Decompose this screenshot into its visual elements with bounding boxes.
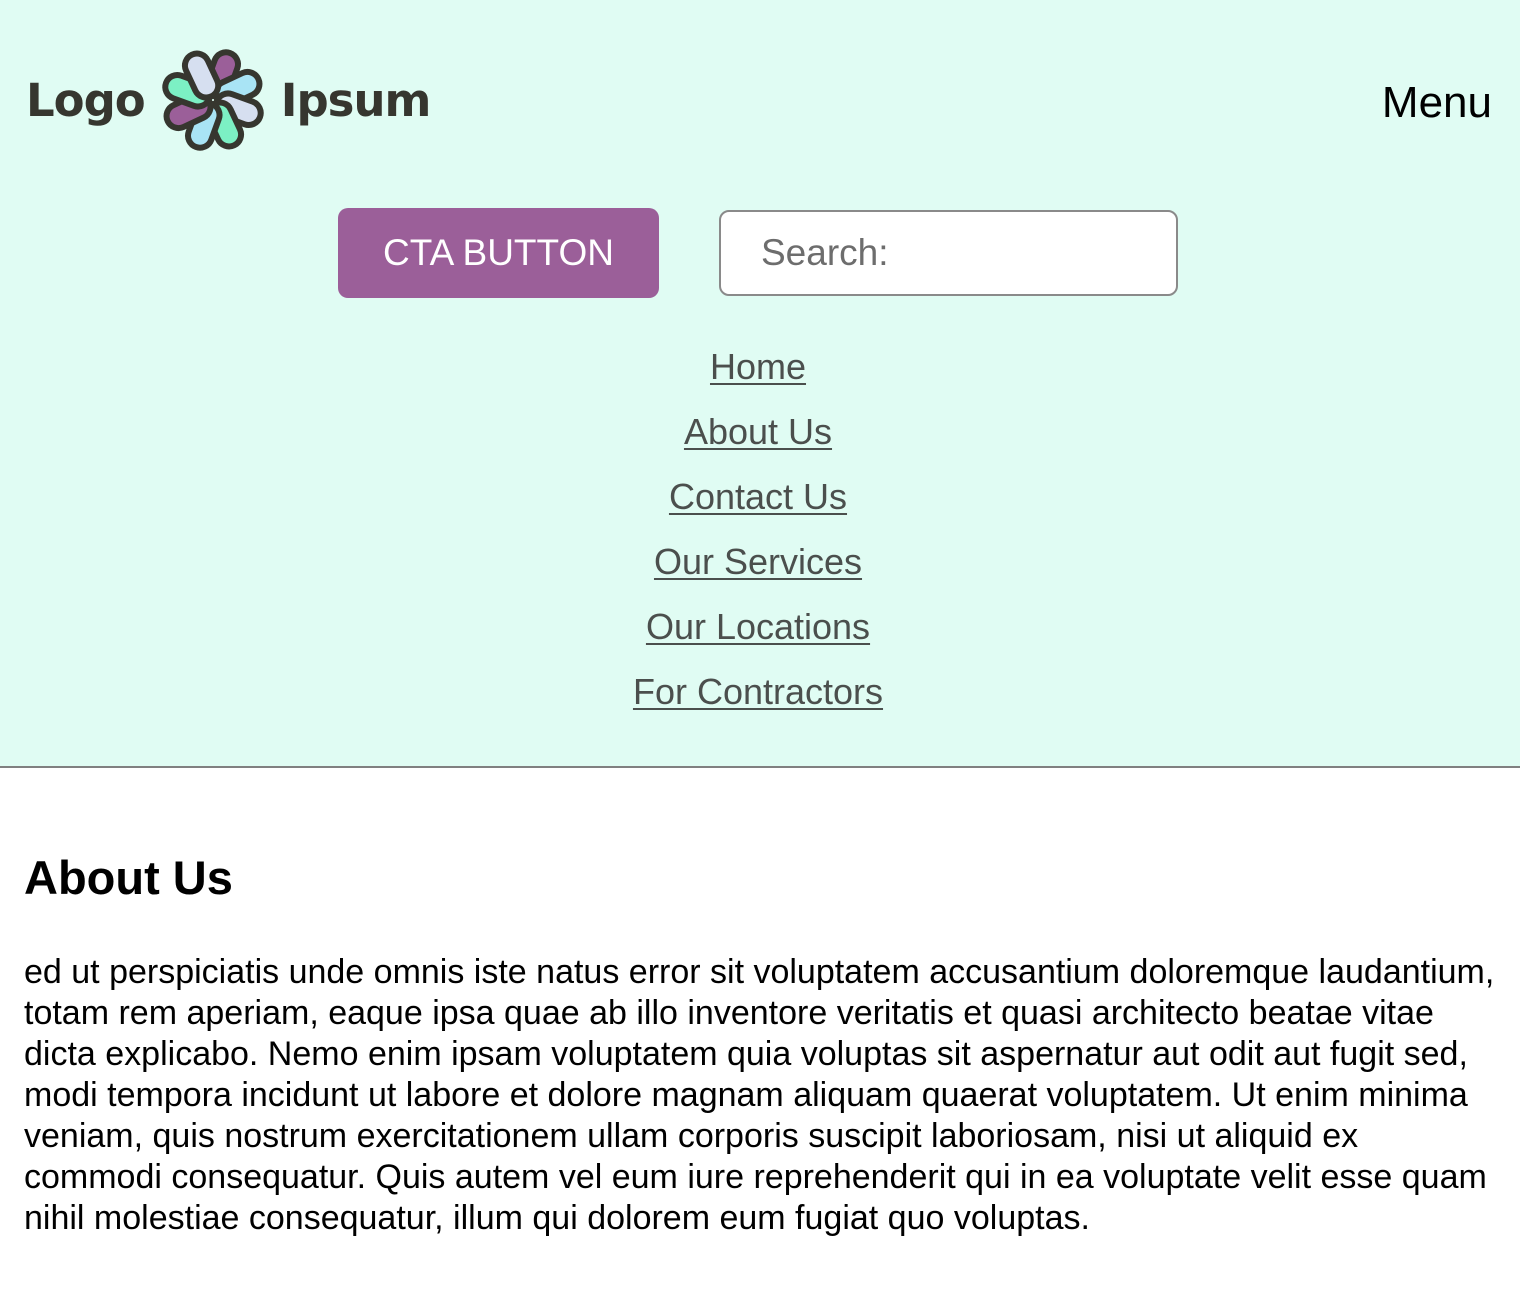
nav-link-our-locations[interactable]: Our Locations xyxy=(0,594,1516,659)
nav-link-home[interactable]: Home xyxy=(0,334,1516,399)
site-header: Logo Ipsum Menu CTA BUTTON Home About Us… xyxy=(0,0,1520,768)
nav-link-about-us[interactable]: About Us xyxy=(0,399,1516,464)
logo-text-left: Logo xyxy=(26,73,146,127)
nav-link-our-services[interactable]: Our Services xyxy=(0,529,1516,594)
nav-link-for-contractors[interactable]: For Contractors xyxy=(0,659,1516,724)
page-heading: About Us xyxy=(24,851,233,904)
logo[interactable]: Logo Ipsum xyxy=(26,44,432,156)
main-content: About Us ed ut perspiciatis unde omnis i… xyxy=(0,848,1520,1239)
menu-button[interactable]: Menu xyxy=(1382,78,1492,128)
cta-button[interactable]: CTA BUTTON xyxy=(338,208,659,298)
main-nav: Home About Us Contact Us Our Services Ou… xyxy=(0,334,1516,724)
logo-text-right: Ipsum xyxy=(280,73,432,127)
nav-link-contact-us[interactable]: Contact Us xyxy=(0,464,1516,529)
flower-pinwheel-logo-icon xyxy=(162,49,264,151)
about-paragraph: ed ut perspiciatis unde omnis iste natus… xyxy=(24,953,1495,1237)
search-input[interactable] xyxy=(719,210,1178,296)
